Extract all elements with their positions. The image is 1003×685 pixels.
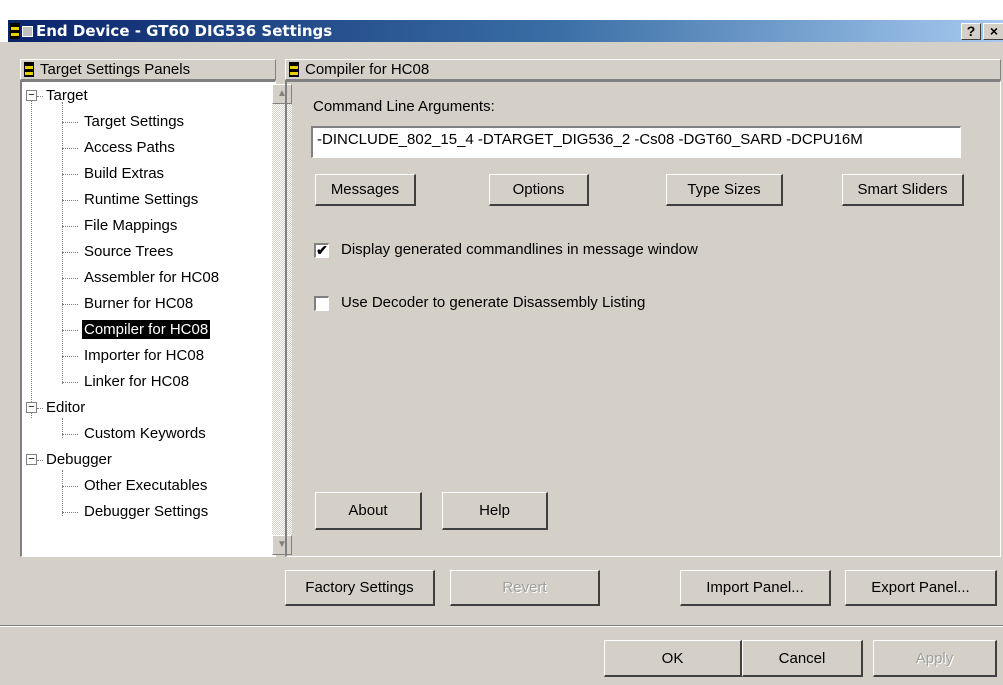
tree-line (37, 96, 43, 97)
tree-line (62, 304, 78, 305)
messages-button[interactable]: Messages (315, 174, 416, 206)
tree-item-editor[interactable]: Editor (46, 398, 85, 417)
about-button[interactable]: About (315, 492, 422, 530)
tree-item-importer-for-hc08[interactable]: Importer for HC08 (84, 346, 204, 365)
tree-item-custom-keywords[interactable]: Custom Keywords (84, 424, 206, 443)
options-button[interactable]: Options (489, 174, 589, 206)
tree-line (62, 252, 78, 253)
tree-expander-icon[interactable]: − (26, 402, 37, 413)
factory-settings-button[interactable]: Factory Settings (285, 570, 435, 606)
tree-line (62, 174, 78, 175)
title-bar[interactable]: End Device - GT60 DIG536 Settings ? × (8, 20, 1003, 42)
tree-line (62, 512, 78, 513)
tree-line (62, 486, 78, 487)
tree-item-linker-for-hc08[interactable]: Linker for HC08 (84, 372, 189, 391)
panels-header-label: Target Settings Panels (40, 61, 191, 78)
tree-item-compiler-for-hc08[interactable]: Compiler for HC08 (82, 320, 211, 339)
tree-item-build-extras[interactable]: Build Extras (84, 164, 164, 183)
tree-line (62, 330, 78, 331)
tree-item-target-settings[interactable]: Target Settings (84, 112, 184, 131)
panel-title: Compiler for HC08 (305, 61, 430, 78)
close-button[interactable]: × (983, 23, 1003, 40)
tree-item-burner-for-hc08[interactable]: Burner for HC08 (84, 294, 193, 313)
tree-item-access-paths[interactable]: Access Paths (84, 138, 175, 157)
cancel-button[interactable]: Cancel (742, 640, 863, 677)
tree-item-runtime-settings[interactable]: Runtime Settings (84, 190, 198, 209)
tree-item-assembler-for-hc08[interactable]: Assembler for HC08 (84, 268, 219, 287)
tree-line (31, 100, 32, 418)
help-button[interactable]: ? (961, 23, 981, 40)
tree-item-debugger-settings[interactable]: Debugger Settings (84, 502, 208, 521)
panel-icon (289, 62, 299, 77)
tree-line (62, 434, 78, 435)
tree-line (62, 148, 78, 149)
display-commandlines-checkbox[interactable]: ✔ (314, 243, 329, 258)
type-sizes-button[interactable]: Type Sizes (666, 174, 783, 206)
use-decoder-label[interactable]: Use Decoder to generate Disassembly List… (341, 294, 645, 311)
ok-button[interactable]: OK (604, 640, 742, 677)
tree-expander-icon[interactable]: − (26, 454, 37, 465)
tree-line (62, 200, 78, 201)
panel-header: Compiler for HC08 (285, 59, 1001, 80)
import-panel-button[interactable]: Import Panel... (680, 570, 831, 606)
window-menu-icon[interactable] (22, 26, 33, 37)
tree-line (62, 122, 78, 123)
settings-tree[interactable]: − Target Target Settings Access Paths Build … (20, 80, 292, 557)
tree-item-debugger[interactable]: Debugger (46, 450, 112, 469)
tree-line (62, 356, 78, 357)
tree-line (62, 226, 78, 227)
panel-icon (24, 62, 34, 77)
dialog-separator (0, 625, 1003, 627)
tree-line (62, 418, 63, 438)
app-icon (10, 23, 20, 39)
export-panel-button[interactable]: Export Panel... (845, 570, 997, 606)
revert-button[interactable]: Revert (450, 570, 600, 606)
panels-header: Target Settings Panels (20, 59, 276, 80)
tree-item-target[interactable]: Target (46, 86, 88, 105)
tree-line (37, 460, 43, 461)
help-panel-button[interactable]: Help (442, 492, 548, 530)
compiler-panel: Command Line Arguments: -DINCLUDE_802_15… (285, 80, 1001, 557)
tree-expander-icon[interactable]: − (26, 90, 37, 101)
tree-item-other-executables[interactable]: Other Executables (84, 476, 207, 495)
command-line-label: Command Line Arguments: (313, 98, 495, 115)
tree-item-file-mappings[interactable]: File Mappings (84, 216, 177, 235)
tree-line (62, 470, 63, 516)
tree-line (62, 278, 78, 279)
command-line-input[interactable]: -DINCLUDE_802_15_4 -DTARGET_DIG536_2 -Cs… (311, 126, 961, 158)
apply-button[interactable]: Apply (873, 640, 997, 677)
tree-line (62, 382, 78, 383)
tree-item-source-trees[interactable]: Source Trees (84, 242, 173, 261)
use-decoder-checkbox[interactable] (314, 296, 329, 311)
tree-line (62, 102, 63, 384)
window-title: End Device - GT60 DIG536 Settings (36, 22, 333, 40)
title-bar-area: End Device - GT60 DIG536 Settings ? × (0, 0, 1003, 42)
smart-sliders-button[interactable]: Smart Sliders (842, 174, 964, 206)
display-commandlines-label[interactable]: Display generated commandlines in messag… (341, 241, 698, 258)
tree-line (37, 408, 43, 409)
